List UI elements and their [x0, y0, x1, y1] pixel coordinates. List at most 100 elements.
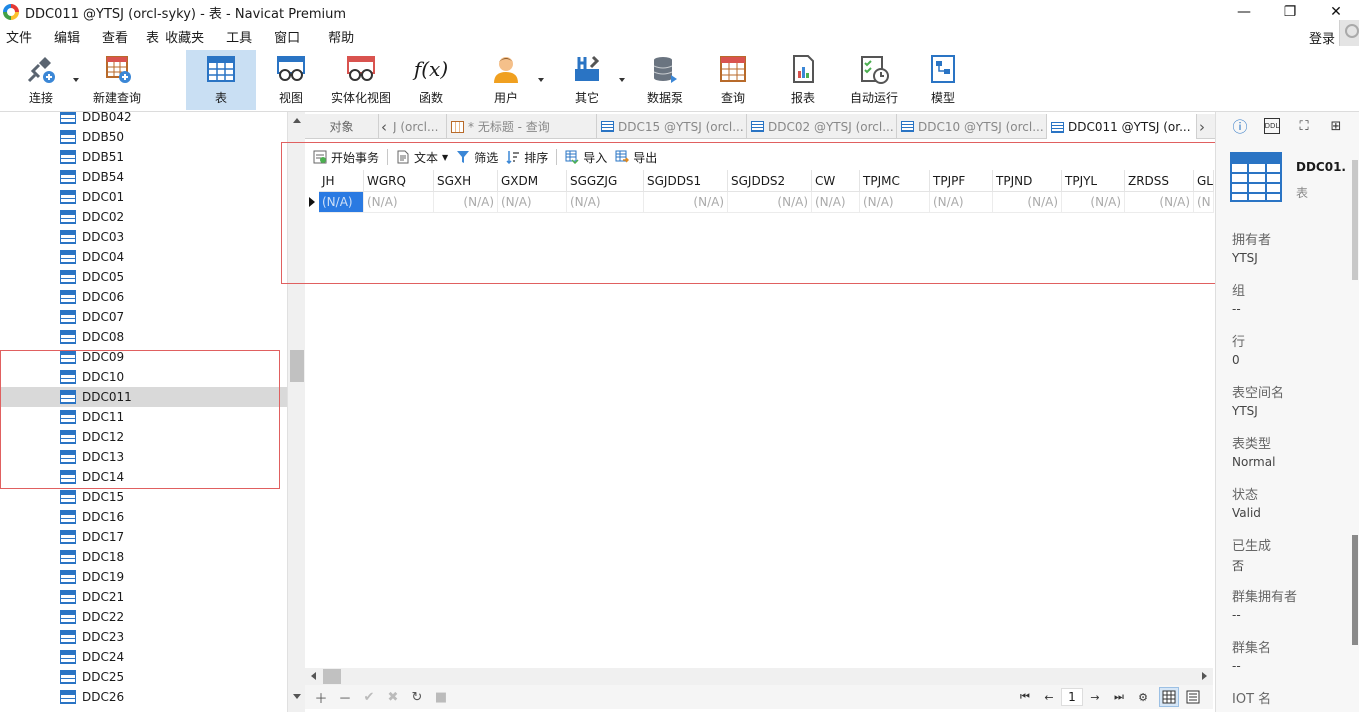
- cell-tpjmc[interactable]: (N/A): [860, 192, 930, 213]
- menu-tools[interactable]: 工具: [220, 27, 258, 46]
- column-header-gl[interactable]: GL: [1194, 170, 1214, 192]
- cell-sgxh[interactable]: (N/A): [434, 192, 498, 213]
- first-page-icon[interactable]: ⏮: [1013, 690, 1037, 704]
- cell-gxdm[interactable]: (N/A): [498, 192, 567, 213]
- tab-scroll-right-icon[interactable]: ›: [1199, 118, 1205, 136]
- avatar[interactable]: [1339, 20, 1359, 46]
- ddl-icon[interactable]: DDL: [1264, 118, 1280, 134]
- cell-sgjdds1[interactable]: (N/A): [644, 192, 728, 213]
- view-button[interactable]: 视图: [266, 50, 316, 110]
- discard-changes-icon[interactable]: ✖: [385, 690, 401, 705]
- tree-item-ddc08[interactable]: DDC08: [0, 327, 287, 347]
- cell-tpjyl[interactable]: (N/A): [1062, 192, 1125, 213]
- apply-changes-icon[interactable]: ✔: [361, 690, 377, 705]
- minimize-button[interactable]: —: [1221, 0, 1267, 24]
- cell-tpjnd[interactable]: (N/A): [993, 192, 1062, 213]
- tree-item-ddc13[interactable]: DDC13: [0, 447, 287, 467]
- tab-scroll-left-icon[interactable]: ‹: [381, 118, 387, 136]
- menu-window[interactable]: 窗口: [268, 27, 306, 46]
- tree-item-ddc12[interactable]: DDC12: [0, 427, 287, 447]
- tree-item-ddc18[interactable]: DDC18: [0, 547, 287, 567]
- delete-record-icon[interactable]: －: [337, 688, 353, 707]
- new-query-button[interactable]: 新建查询: [90, 50, 144, 110]
- cell-sgjdds2[interactable]: (N/A): [728, 192, 812, 213]
- last-page-icon[interactable]: ⏭: [1107, 690, 1131, 704]
- tree-item-ddc09[interactable]: DDC09: [0, 347, 287, 367]
- menu-favorites[interactable]: 收藏夹: [159, 27, 210, 46]
- tree-item-ddc011[interactable]: DDC011: [0, 387, 287, 407]
- cell-sggzjg[interactable]: (N/A): [567, 192, 644, 213]
- column-header-tpjyl[interactable]: TPJYL: [1062, 170, 1125, 192]
- column-header-zrdss[interactable]: ZRDSS: [1125, 170, 1194, 192]
- column-header-cw[interactable]: CW: [812, 170, 860, 192]
- export-button[interactable]: 导出: [615, 149, 657, 166]
- tree-item-ddc19[interactable]: DDC19: [0, 567, 287, 587]
- import-button[interactable]: 导入: [565, 149, 607, 166]
- tree-item-ddc21[interactable]: DDC21: [0, 587, 287, 607]
- info-scrollbar[interactable]: [1351, 140, 1359, 712]
- tree-item-ddb51[interactable]: DDB51: [0, 147, 287, 167]
- tab-ddc011[interactable]: DDC011 @YTSJ (or...: [1047, 114, 1197, 140]
- er-diagram-icon[interactable]: ⛶: [1296, 118, 1312, 134]
- tree-item-ddc24[interactable]: DDC24: [0, 647, 287, 667]
- tree-item-ddc06[interactable]: DDC06: [0, 287, 287, 307]
- grid-view-icon[interactable]: [1159, 687, 1179, 707]
- report-button[interactable]: 报表: [780, 50, 826, 110]
- menu-edit[interactable]: 编辑: [48, 27, 86, 46]
- tab-partial[interactable]: J (orcl...: [393, 114, 447, 139]
- scroll-right-icon[interactable]: [1202, 672, 1207, 680]
- column-header-tpjmc[interactable]: TPJMC: [860, 170, 930, 192]
- grid-scroll-thumb[interactable]: [323, 669, 341, 684]
- scroll-up-icon[interactable]: [293, 118, 301, 123]
- tree-item-ddb54[interactable]: DDB54: [0, 167, 287, 187]
- cell-tpjpf[interactable]: (N/A): [930, 192, 993, 213]
- tree-scroll-thumb[interactable]: [290, 350, 304, 382]
- tab-untitled-query[interactable]: * 无标题 - 查询: [447, 114, 597, 139]
- tab-ddc15[interactable]: DDC15 @YTSJ (orcl...: [597, 114, 747, 139]
- user-dropdown-icon[interactable]: [538, 78, 544, 82]
- tree-item-ddc17[interactable]: DDC17: [0, 527, 287, 547]
- menu-file[interactable]: 文件: [0, 27, 38, 46]
- settings-gear-icon[interactable]: ⚙: [1131, 691, 1155, 704]
- column-header-sgjdds2[interactable]: SGJDDS2: [728, 170, 812, 192]
- column-header-sgjdds1[interactable]: SGJDDS1: [644, 170, 728, 192]
- form-view-icon[interactable]: [1183, 687, 1203, 707]
- text-button[interactable]: 文本 ▼: [396, 149, 448, 166]
- tab-objects[interactable]: 对象: [305, 114, 379, 139]
- table-row[interactable]: (N/A) (N/A) (N/A) (N/A) (N/A) (N/A) (N/A) (N/A)…: [319, 192, 1214, 213]
- begin-transaction-button[interactable]: 开始事务: [313, 149, 379, 166]
- menu-help[interactable]: 帮助: [322, 27, 360, 46]
- login-link[interactable]: 登录: [1309, 28, 1335, 47]
- tree-item-ddc04[interactable]: DDC04: [0, 247, 287, 267]
- column-header-sggzjg[interactable]: SGGZJG: [567, 170, 644, 192]
- menu-view[interactable]: 查看: [96, 27, 134, 46]
- column-header-gxdm[interactable]: GXDM: [498, 170, 567, 192]
- tree-item-ddc10[interactable]: DDC10: [0, 367, 287, 387]
- user-button[interactable]: 用户: [480, 50, 532, 110]
- info-scroll-thumb[interactable]: [1352, 160, 1358, 280]
- tree-item-ddb50[interactable]: DDB50: [0, 127, 287, 147]
- refresh-icon[interactable]: ↻: [409, 690, 425, 705]
- maximize-button[interactable]: ❐: [1267, 0, 1313, 24]
- tree-item-ddc22[interactable]: DDC22: [0, 607, 287, 627]
- tree-item-ddc26[interactable]: DDC26: [0, 687, 287, 707]
- column-header-tpjnd[interactable]: TPJND: [993, 170, 1062, 192]
- tree-item-ddc23[interactable]: DDC23: [0, 627, 287, 647]
- tree-item-ddc03[interactable]: DDC03: [0, 227, 287, 247]
- materialized-view-button[interactable]: 实体化视图: [326, 50, 396, 110]
- automation-button[interactable]: 自动运行: [844, 50, 904, 110]
- scroll-down-icon[interactable]: [293, 694, 301, 699]
- previous-page-icon[interactable]: ←: [1037, 691, 1061, 704]
- column-header-jh[interactable]: JH: [319, 170, 364, 192]
- cell-zrdss[interactable]: (N/A): [1125, 192, 1194, 213]
- sort-button[interactable]: 排序: [506, 149, 548, 166]
- tree-item-ddc14[interactable]: DDC14: [0, 467, 287, 487]
- tab-ddc10[interactable]: DDC10 @YTSJ (orcl...: [897, 114, 1047, 139]
- tree-item-ddc05[interactable]: DDC05: [0, 267, 287, 287]
- grid-horizontal-scrollbar[interactable]: [305, 668, 1213, 685]
- connect-dropdown-icon[interactable]: [73, 78, 79, 82]
- column-header-tpjpf[interactable]: TPJPF: [930, 170, 993, 192]
- tree-item-ddc25[interactable]: DDC25: [0, 667, 287, 687]
- tree-item-ddb042[interactable]: DDB042: [0, 112, 287, 127]
- other-dropdown-icon[interactable]: [619, 78, 625, 82]
